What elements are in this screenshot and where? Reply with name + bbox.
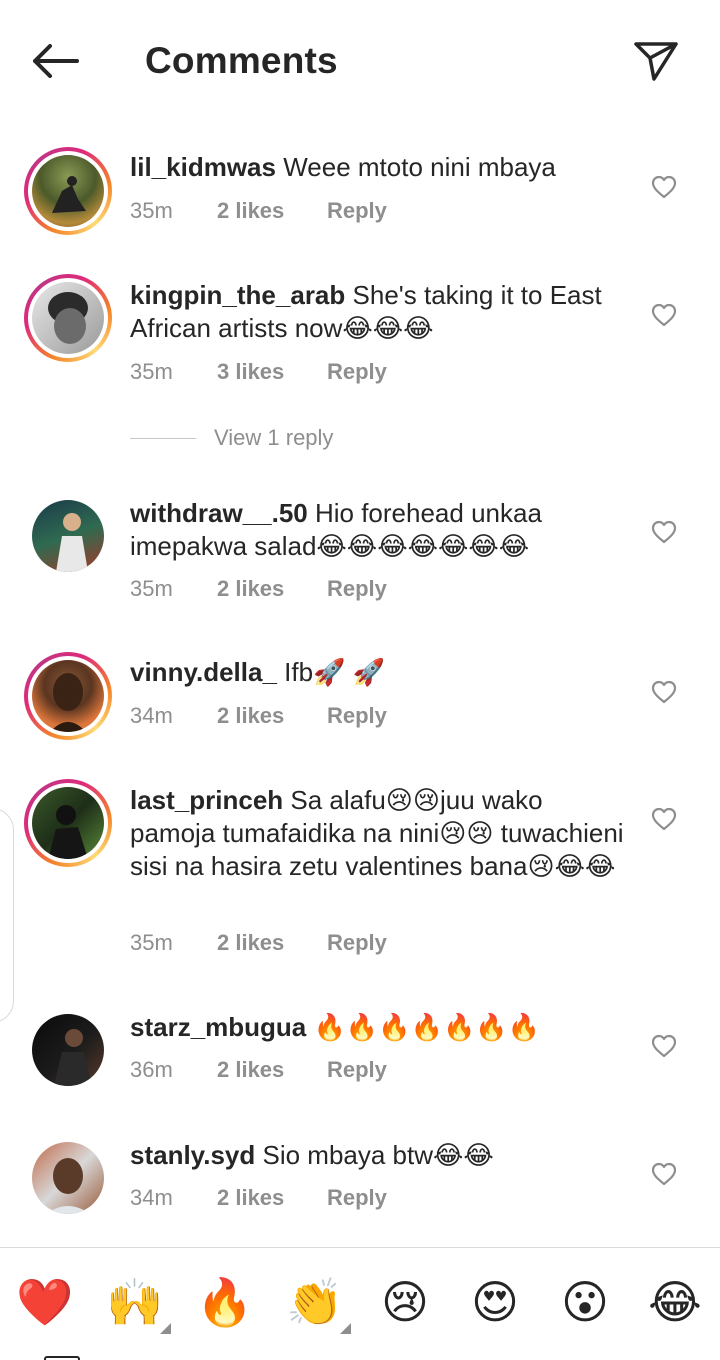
reply-button[interactable]: Reply [327, 359, 387, 385]
comment-meta: 36m 2 likes Reply [130, 1057, 387, 1083]
emoji-quick-bar: ❤️ 🙌 🔥 👏 😢 😍 😮 😂 [0, 1247, 720, 1360]
reply-button[interactable]: Reply [327, 198, 387, 224]
view-replies-button[interactable]: View 1 reply [130, 425, 333, 451]
comment-username[interactable]: kingpin_the_arab [130, 280, 345, 310]
bottom-sheet-handle [44, 1356, 80, 1360]
comment-text: kingpin_the_arab She's taking it to East… [130, 279, 630, 345]
comment-username[interactable]: lil_kidmwas [130, 152, 276, 182]
header-bar: Comments [0, 0, 720, 120]
comments-screen: { "header": { "title": "Comments", "back… [0, 0, 720, 1360]
comment-likes[interactable]: 3 likes [217, 359, 327, 385]
comment-likes[interactable]: 2 likes [217, 198, 327, 224]
heart-outline-icon [651, 807, 677, 831]
comment-body: 🔥🔥🔥🔥🔥🔥🔥 [313, 1012, 541, 1042]
heart-outline-icon [651, 303, 677, 327]
comment-time: 35m [130, 198, 173, 223]
comment-username[interactable]: vinny.della_ [130, 657, 277, 687]
comment-time: 34m [130, 703, 173, 728]
like-comment-button[interactable] [648, 299, 680, 331]
emoji-raised-hands-button[interactable]: 🙌 [105, 1272, 165, 1332]
comment-body: Ifb🚀 🚀 [284, 657, 386, 687]
comment-body: Weee mtoto nini mbaya [283, 152, 556, 182]
view-replies-label: View 1 reply [214, 425, 334, 450]
comment-meta: 35m 2 likes Reply [130, 930, 387, 956]
emoji-clapping-hands-button[interactable]: 👏 [285, 1272, 345, 1332]
back-button[interactable] [26, 36, 84, 86]
like-comment-button[interactable] [648, 1030, 680, 1062]
emoji-crying-face-button[interactable]: 😢 [375, 1272, 435, 1332]
avatar[interactable] [24, 147, 112, 235]
skin-tone-indicator-icon [340, 1323, 351, 1334]
reply-button[interactable]: Reply [327, 930, 387, 956]
comment-username[interactable]: last_princeh [130, 785, 283, 815]
avatar[interactable] [24, 274, 112, 362]
side-panel-handle[interactable] [0, 808, 14, 1023]
comment-username[interactable]: withdraw__.50 [130, 498, 308, 528]
comment-body: Sio mbaya btw😂😂 [262, 1140, 494, 1170]
comment-meta: 35m 3 likes Reply [130, 359, 387, 385]
heart-outline-icon [651, 1162, 677, 1186]
arrow-left-icon [33, 44, 79, 78]
comment-time: 35m [130, 359, 173, 384]
emoji-fire-button[interactable]: 🔥 [195, 1272, 255, 1332]
reply-button[interactable]: Reply [327, 576, 387, 602]
comment-time: 35m [130, 576, 173, 601]
comment-likes[interactable]: 2 likes [217, 576, 327, 602]
comment-likes[interactable]: 2 likes [217, 1057, 327, 1083]
avatar[interactable] [32, 500, 104, 572]
divider [130, 437, 196, 439]
comment-likes[interactable]: 2 likes [217, 703, 327, 729]
avatar[interactable] [24, 652, 112, 740]
comment-username[interactable]: stanly.syd [130, 1140, 255, 1170]
emoji-heart-eyes-button[interactable]: 😍 [465, 1272, 525, 1332]
comment-meta: 34m 2 likes Reply [130, 703, 387, 729]
share-button[interactable] [628, 36, 684, 86]
emoji-surprised-face-button[interactable]: 😮 [555, 1272, 615, 1332]
comment-time: 36m [130, 1057, 173, 1082]
comment-time: 34m [130, 1185, 173, 1210]
comment-meta: 35m 2 likes Reply [130, 198, 387, 224]
like-comment-button[interactable] [648, 676, 680, 708]
emoji-heart-button[interactable]: ❤️ [15, 1272, 75, 1332]
page-title: Comments [145, 40, 338, 81]
comment-username[interactable]: starz_mbugua [130, 1012, 306, 1042]
comment-time: 35m [130, 930, 173, 955]
reply-button[interactable]: Reply [327, 1057, 387, 1083]
comment-likes[interactable]: 2 likes [217, 1185, 327, 1211]
like-comment-button[interactable] [648, 1158, 680, 1190]
heart-outline-icon [651, 175, 677, 199]
like-comment-button[interactable] [648, 171, 680, 203]
like-comment-button[interactable] [648, 516, 680, 548]
heart-outline-icon [651, 1034, 677, 1058]
comment-text: starz_mbugua 🔥🔥🔥🔥🔥🔥🔥 [130, 1011, 630, 1044]
emoji-tears-of-joy-button[interactable]: 😂 [645, 1272, 705, 1332]
avatar[interactable] [32, 1142, 104, 1214]
comment-likes[interactable]: 2 likes [217, 930, 327, 956]
comment-text: stanly.syd Sio mbaya btw😂😂 [130, 1139, 630, 1172]
like-comment-button[interactable] [648, 803, 680, 835]
heart-outline-icon [651, 680, 677, 704]
heart-outline-icon [651, 520, 677, 544]
skin-tone-indicator-icon [160, 1323, 171, 1334]
comment-text: vinny.della_ Ifb🚀 🚀 [130, 656, 630, 689]
comment-meta: 34m 2 likes Reply [130, 1185, 387, 1211]
avatar[interactable] [24, 779, 112, 867]
comment-text: last_princeh Sa alafu😢😢juu wako pamoja t… [130, 784, 630, 883]
comment-text: lil_kidmwas Weee mtoto nini mbaya [130, 151, 630, 184]
comment-meta: 35m 2 likes Reply [130, 576, 387, 602]
comment-text: withdraw__.50 Hio forehead unkaa imepakw… [130, 497, 630, 563]
reply-button[interactable]: Reply [327, 1185, 387, 1211]
avatar[interactable] [32, 1014, 104, 1086]
reply-button[interactable]: Reply [327, 703, 387, 729]
paper-plane-icon [634, 42, 678, 81]
